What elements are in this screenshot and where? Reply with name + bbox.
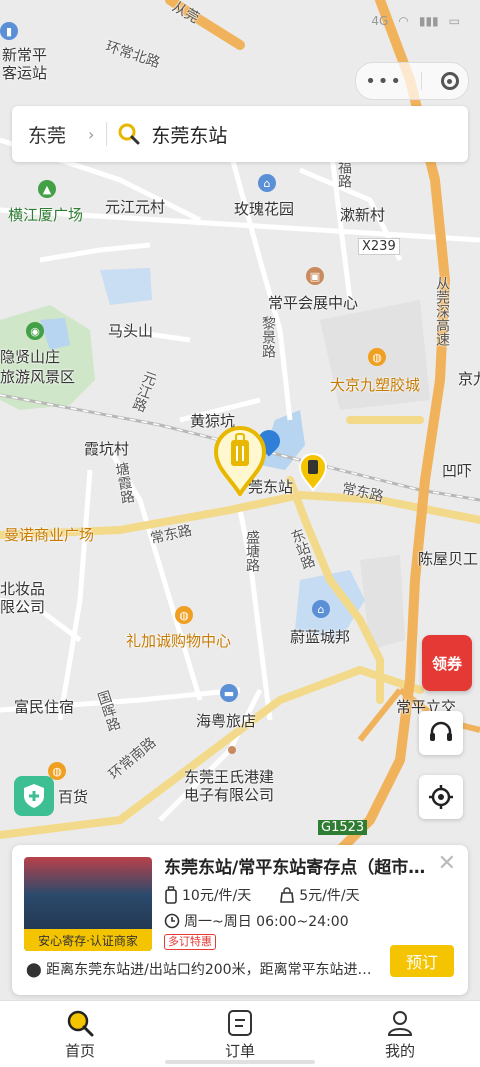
map-label: 蔚蓝城邦 (290, 628, 351, 646)
road-label: 黎景路 (260, 316, 276, 358)
tab-label: 订单 (224, 1041, 255, 1060)
selected-storage-marker-icon[interactable] (212, 424, 268, 496)
location-pin-icon: ⬤ (26, 962, 42, 978)
certified-badge: 安心寄存·认证商家 (24, 929, 152, 951)
shield-plus-icon (24, 784, 44, 808)
road-label: 盛塘路 (244, 530, 260, 572)
divider (106, 122, 108, 146)
residence-icon: ⌂ (312, 600, 330, 618)
residence-icon: ⌂ (258, 174, 276, 192)
scenic-icon: ◉ (26, 322, 44, 340)
road-number: X239 (358, 238, 400, 255)
user-icon (387, 1010, 413, 1036)
clock-icon (164, 913, 180, 929)
tab-label: 首页 (64, 1041, 95, 1060)
small-item-price: 5元/件/天 (299, 888, 360, 904)
opening-hours: 周一~周日 06:00~24:00 (184, 914, 349, 930)
luggage-icon (165, 886, 177, 904)
map-label: 横江厦广场 (8, 206, 84, 224)
large-item-price: 10元/件/天 (182, 888, 252, 904)
order-icon (228, 1009, 252, 1036)
search-bar[interactable]: 东莞 › 东莞东站 (12, 106, 468, 162)
road-label: 福路 (336, 160, 352, 188)
more-icon[interactable]: ••• (365, 71, 403, 92)
map-label: 礼加诚购物中心 (126, 632, 232, 650)
home-indicator (165, 1060, 315, 1064)
distance-text: 距离东莞东站进/出站口约200米，距离常平东站进… (46, 962, 372, 978)
search-input[interactable]: 东莞东站 (151, 121, 227, 148)
company-dot-icon (228, 746, 236, 754)
customer-service-button[interactable] (419, 711, 463, 755)
map-label: 隐贤山庄 (0, 348, 61, 366)
map-label: 海粤旅店 (196, 712, 257, 730)
city-selector[interactable]: 东莞 (12, 121, 100, 148)
hours-row: 周一~周日 06:00~24:00 (164, 911, 349, 931)
map-label: 限公司 (0, 598, 46, 616)
map-label: 京九 (458, 370, 480, 388)
search-icon (67, 1010, 94, 1036)
map-label: 凹吓 (442, 462, 473, 480)
coupon-button[interactable]: 领券 (422, 635, 472, 691)
miniprogram-capsule: ••• (355, 62, 469, 100)
tab-bar: 首页 订单 我的 (0, 1000, 480, 1067)
battery-icon: ▭ (448, 14, 460, 28)
map-label: 元江元村 (105, 198, 166, 216)
map-label: 曼诺商业广场 (4, 526, 95, 544)
status-bar: 4G ◠ ▮▮▮ ▭ (0, 0, 480, 40)
park-icon: ▲ (38, 180, 56, 198)
map-label: 百货 (58, 788, 89, 806)
road-label: 从莞深高速 (434, 276, 450, 346)
map-label: 陈屋贝工 (418, 550, 479, 568)
map-label: 电子有限公司 (184, 786, 275, 804)
signal-icon: ▮▮▮ (418, 14, 439, 28)
map-label: 客运站 (2, 64, 48, 82)
locate-button[interactable] (419, 775, 463, 819)
tab-home[interactable]: 首页 (0, 1001, 160, 1067)
map-label: 马头山 (108, 322, 154, 340)
storage-marker-icon[interactable] (298, 452, 328, 492)
mall-icon: ◍ (175, 606, 193, 624)
tab-label: 我的 (384, 1041, 415, 1060)
book-button[interactable]: 预订 (390, 945, 454, 977)
shopping-icon: ◍ (368, 348, 386, 366)
promo-tag: 多订特惠 (164, 934, 216, 950)
wifi-icon: ◠ (398, 14, 409, 28)
tab-profile[interactable]: 我的 (320, 1001, 480, 1067)
search-icon (118, 123, 140, 145)
storage-title: 东莞东站/常平东站寄存点（超市… (164, 858, 426, 878)
highway-number: G1523 (318, 820, 368, 835)
storage-info-card[interactable]: 安心寄存·认证商家 东莞东站/常平东站寄存点（超市… ✕ 10元/件/天 5元/… (12, 845, 468, 995)
map-label: 旅游风景区 (0, 368, 76, 386)
coupon-label: 领券 (431, 654, 462, 673)
bag-icon (280, 887, 295, 903)
price-row: 10元/件/天 5元/件/天 (164, 885, 360, 905)
locate-icon (429, 785, 453, 809)
venue-icon: ▣ (306, 267, 324, 285)
close-icon[interactable]: ✕ (438, 851, 456, 876)
headset-icon (430, 721, 452, 741)
map-label: 漱新村 (340, 206, 386, 224)
map-label: 大京九塑胶城 (330, 376, 421, 394)
network-label: 4G (371, 14, 389, 28)
close-circle-icon[interactable] (440, 72, 459, 90)
distance-info: ⬤ 距离东莞东站进/出站口约200米，距离常平东站进… (26, 959, 376, 979)
map-label: 富民住宿 (14, 698, 75, 716)
hotel-icon: ▬ (220, 684, 238, 702)
storage-thumbnail: 安心寄存·认证商家 (24, 857, 152, 951)
map-label: 常平会展中心 (268, 294, 359, 312)
map-label: 玫瑰花园 (234, 200, 295, 218)
tab-orders[interactable]: 订单 (160, 1001, 320, 1067)
map-label: 霞坑村 (84, 440, 130, 458)
safety-shield-button[interactable] (14, 776, 54, 816)
chevron-right-icon: › (88, 124, 95, 144)
